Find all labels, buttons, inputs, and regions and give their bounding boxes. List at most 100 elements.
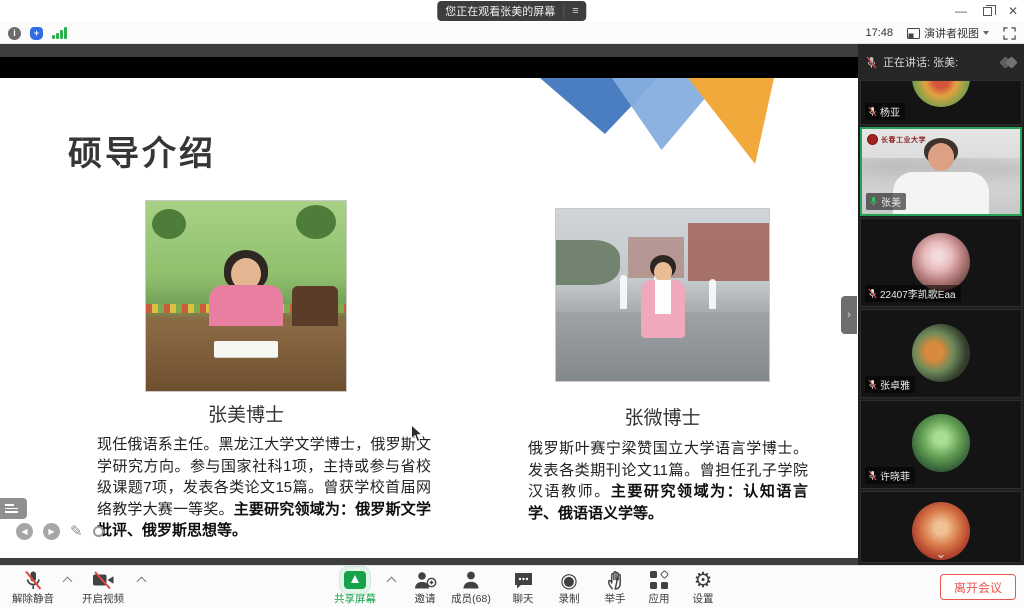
meeting-info-icon[interactable]: i: [8, 27, 21, 40]
security-shield-icon[interactable]: +: [30, 27, 43, 40]
mic-muted-icon: [868, 379, 877, 390]
participant-name: 杨亚: [880, 104, 900, 119]
share-screen-button[interactable]: 共享屏幕: [328, 569, 382, 607]
mic-muted-icon: [866, 56, 877, 69]
bio-zhangwei: 俄罗斯叶赛宁梁赞国立大学语言学博士。发表各类期刊论文11篇。曾担任孔子学院汉语教…: [528, 438, 808, 524]
members-button[interactable]: 成员(68): [444, 569, 498, 607]
presentation-slide: 硕导介绍 张美博士 张微博士: [0, 78, 858, 558]
meeting-status-bar: i + 17:48 演讲者视图: [0, 22, 1024, 44]
status-right-group: 17:48 演讲者视图: [865, 22, 1016, 44]
shared-screen-letterbox: [0, 57, 858, 78]
status-left-group: i +: [8, 22, 67, 44]
video-options-chevron-icon[interactable]: [137, 577, 147, 587]
leave-meeting-button[interactable]: 离开会议: [940, 574, 1016, 600]
minimize-icon[interactable]: —: [955, 5, 967, 17]
photo-tree: [152, 209, 186, 239]
video-person-face: [928, 143, 954, 171]
video-person-body: [893, 172, 989, 214]
photo-building: [688, 223, 769, 281]
participant-tile-zhangzhuoya[interactable]: 张卓雅: [860, 309, 1022, 398]
chevron-down-icon: [983, 31, 989, 35]
university-seal-icon: [867, 134, 878, 145]
participant-nametag: 杨亚: [865, 103, 905, 120]
watching-screen-pill: 您正在观看张美的屏幕 ≡: [437, 1, 586, 21]
photo-fountain: [620, 275, 627, 309]
avatar: [912, 414, 970, 472]
network-signal-icon[interactable]: [52, 27, 67, 39]
caption-zhangmei: 张美博士: [145, 400, 347, 427]
signal-bar: [64, 27, 67, 39]
toolbar-label: 开启视频: [82, 591, 124, 606]
mic-muted-icon: [868, 288, 877, 299]
toolbar-label: 解除静音: [12, 591, 54, 606]
toolbar-label: 举手: [605, 591, 626, 606]
share-options-menu-icon[interactable]: ≡: [572, 5, 578, 17]
participant-name: 22407李凯歌Eaa: [880, 286, 956, 301]
toolbar-label: 聊天: [513, 591, 534, 606]
participant-name: 张美: [881, 194, 901, 209]
share-screen-icon: [344, 569, 366, 591]
photo-zhangwei: [555, 208, 770, 382]
participant-name: 张卓雅: [880, 377, 910, 392]
participant-tile-zhangmei-active[interactable]: 长春工业大学 张美: [860, 127, 1022, 216]
photo-tree: [296, 205, 336, 239]
share-options-chevron-icon[interactable]: [387, 577, 397, 587]
mic-muted-icon: [868, 106, 877, 117]
participant-tile-yangya[interactable]: 杨亚: [860, 80, 1022, 125]
meeting-app-logo: [1001, 58, 1016, 67]
window-controls: — ✕: [955, 0, 1018, 22]
photo-zhangmei: [145, 200, 347, 392]
previous-slide-button[interactable]: ◀: [16, 523, 33, 540]
scroll-more-chevron-icon[interactable]: ⌄: [936, 550, 947, 558]
members-person-icon: [461, 569, 481, 591]
photo-person-shirt: [655, 280, 671, 314]
gear-icon: ⚙: [694, 569, 713, 591]
avatar: [912, 324, 970, 382]
participant-nametag: 张美: [866, 193, 906, 210]
shared-screen-area: 硕导介绍 张美博士 张微博士: [0, 44, 858, 565]
participant-tile-likaige[interactable]: 22407李凯歌Eaa: [860, 218, 1022, 307]
fullscreen-icon[interactable]: [1003, 27, 1016, 40]
restore-icon[interactable]: [983, 7, 992, 16]
mic-options-chevron-icon[interactable]: [63, 577, 73, 587]
participant-name: 许晓菲: [880, 468, 910, 483]
pill-divider: [563, 5, 564, 17]
participant-tile-more[interactable]: ⌄: [860, 491, 1022, 563]
toolbar-label: 录制: [559, 591, 580, 606]
sidebar-collapse-handle[interactable]: ›: [841, 296, 857, 334]
university-logo: 长春工业大学: [867, 134, 926, 145]
toolbar-label: 应用: [649, 591, 670, 606]
slide-panel-toggle-button[interactable]: [0, 498, 27, 519]
participants-sidebar: 正在讲话: 张美: 杨亚 长春工业大学 张美: [858, 44, 1024, 565]
participant-tile-xuxiaofei[interactable]: 许晓菲: [860, 400, 1022, 489]
toolbar-label: 邀请: [415, 591, 436, 606]
unmute-button[interactable]: 解除静音: [6, 569, 60, 607]
active-speaker-header: 正在讲话: 张美:: [858, 44, 1024, 80]
annotate-pencil-icon[interactable]: ✎: [70, 522, 83, 540]
start-video-button[interactable]: 开启视频: [76, 569, 130, 607]
participant-nametag: 22407李凯歌Eaa: [865, 285, 961, 302]
meeting-toolbar: 解除静音 开启视频 共享屏幕 邀请 成员(68) 聊天 ◉ 录制: [0, 565, 1024, 607]
caption-zhangwei: 张微博士: [555, 403, 770, 430]
close-icon[interactable]: ✕: [1008, 5, 1018, 17]
bio-zhangmei: 现任俄语系主任。黑龙江大学文学博士，俄罗斯文学研究方向。参与国家社科1项，主持或…: [97, 434, 431, 542]
signal-bar: [60, 30, 63, 39]
next-slide-button[interactable]: ▶: [43, 523, 60, 540]
raise-hand-icon: [607, 569, 624, 591]
photo-fountain: [709, 279, 716, 309]
mic-muted-icon: [23, 569, 43, 591]
photo-trees: [556, 240, 620, 285]
record-icon: ◉: [560, 569, 577, 591]
mic-active-icon: [869, 196, 878, 207]
view-mode-button[interactable]: 演讲者视图: [907, 25, 989, 41]
signal-bar: [56, 33, 59, 39]
apps-grid-icon: [650, 569, 668, 591]
settings-button[interactable]: ⚙ 设置: [676, 569, 730, 607]
clock-time: 17:48: [865, 27, 893, 39]
toolbar-label: 成员(68): [451, 591, 491, 606]
toolbar-label: 设置: [693, 591, 714, 606]
slide-title: 硕导介绍: [68, 126, 216, 175]
laser-pointer-icon[interactable]: [93, 526, 104, 537]
chat-bubble-icon: [513, 569, 534, 591]
participant-nametag: 许晓菲: [865, 467, 915, 484]
